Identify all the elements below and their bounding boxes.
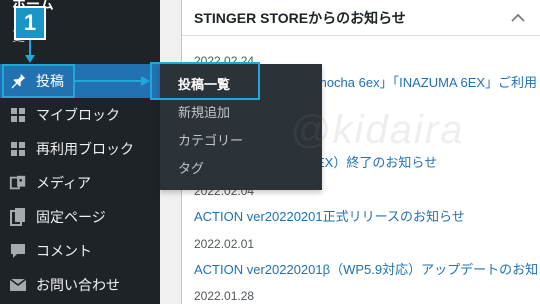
step-number-badge: 1 (14, 6, 46, 40)
annotation-arrows (25, 40, 150, 86)
